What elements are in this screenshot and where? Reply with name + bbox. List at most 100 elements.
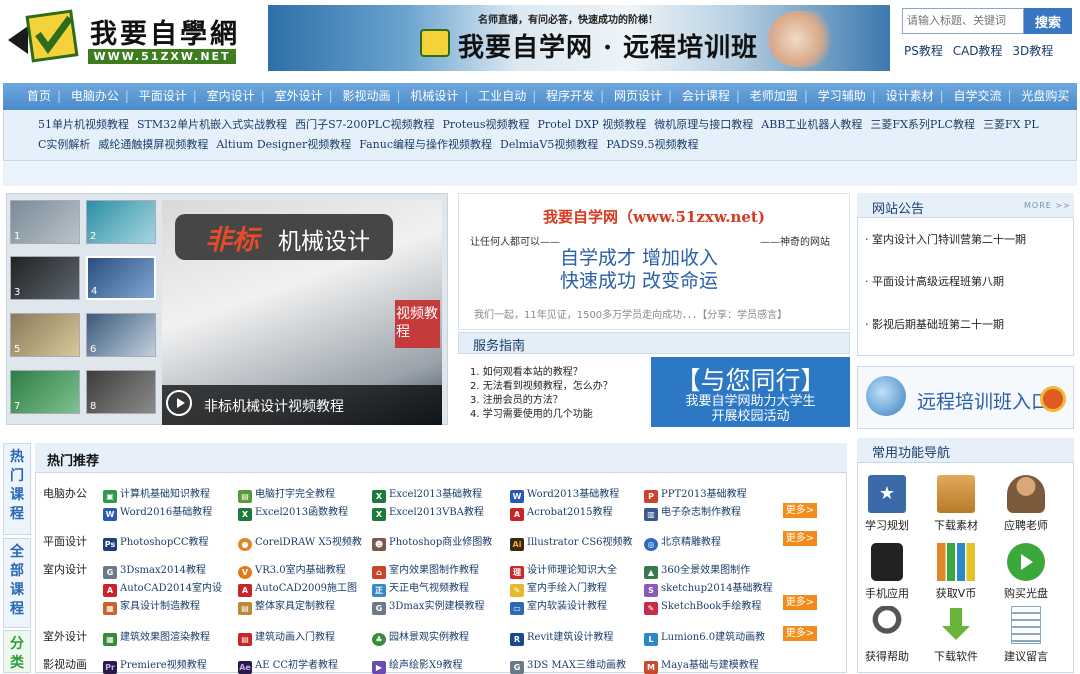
course-link[interactable]: V VR3.0室内基础教程 (238, 561, 346, 579)
course-link[interactable]: ✎ 室内手绘入门教程 (510, 579, 607, 597)
func-item-feedback[interactable]: 建议留言 (991, 606, 1061, 664)
func-item-apply-teacher[interactable]: 应聘老师 (991, 475, 1061, 533)
func-item-mobile-app[interactable]: 手机应用 (852, 543, 922, 601)
nav-item-exterior[interactable]: 室外设计 (270, 83, 328, 110)
nav-item-programming[interactable]: 程序开发 (541, 83, 599, 110)
course-link[interactable]: ▣ 计算机基础知识教程 (103, 485, 210, 503)
side-tab-category[interactable]: 分类 (3, 630, 31, 673)
course-link[interactable]: X Excel2013函数教程 (238, 503, 348, 521)
course-link[interactable]: A Acrobat2015教程 (510, 503, 612, 521)
more-button[interactable]: 更多> (783, 503, 817, 518)
service-item[interactable]: 2. 无法看到视频教程，怎么办？ (470, 380, 613, 394)
search-input[interactable] (902, 8, 1024, 34)
search-button[interactable]: 搜索 (1024, 8, 1072, 34)
course-link[interactable]: ✎ SketchBook手绘教程 (644, 597, 761, 615)
slide-thumb[interactable]: 7 (10, 370, 80, 414)
nav-item-study-aid[interactable]: 学习辅助 (813, 83, 871, 110)
course-link[interactable]: Ssketchup2014基础教程 (644, 579, 772, 597)
sub-nav-item[interactable]: 三菱FX PL (983, 115, 1039, 135)
course-link[interactable]: ▥ 电子杂志制作教程 (644, 503, 741, 521)
logo-url[interactable]: WWW.51ZXW.NET (88, 49, 236, 64)
service-item[interactable]: 1. 如何观看本站的教程？ (470, 366, 613, 380)
nav-item-web[interactable]: 网页设计 (609, 83, 667, 110)
course-link[interactable]: ◎ 北京精雕教程 (644, 533, 721, 551)
slide-thumb[interactable]: 8 (86, 370, 156, 414)
func-item-buy-disc[interactable]: 购买光盘 (991, 543, 1061, 601)
nav-item-buy-disc[interactable]: 光盘购买 (1016, 83, 1074, 110)
quick-link-3d[interactable]: 3D教程 (1012, 44, 1053, 58)
sub-nav-item[interactable]: Fanuc编程与操作视频教程 (359, 135, 492, 155)
course-link[interactable]: A AutoCAD2014室内设 (103, 579, 222, 597)
func-item-get-vcoin[interactable]: 获取V币 (921, 543, 991, 601)
logo-check-icon[interactable] (8, 6, 86, 68)
sub-nav-item[interactable]: 51单片机视频教程 (38, 115, 129, 135)
course-link[interactable]: ▲ 360全景效果图制作 (644, 561, 750, 579)
course-link[interactable]: ♣ 园林景观实例教程 (372, 628, 469, 646)
nav-item-materials[interactable]: 设计素材 (881, 83, 939, 110)
notice-item[interactable]: · 室内设计入门特训营第二十一期 (865, 231, 1026, 247)
slide-thumb[interactable]: 1 (10, 200, 80, 244)
nav-item-film[interactable]: 影视动画 (337, 83, 395, 110)
course-link[interactable]: W Word2013基础教程 (510, 485, 619, 503)
course-link[interactable]: W Word2016基础教程 (103, 503, 212, 521)
notice-more-link[interactable]: MORE >> (1024, 201, 1071, 210)
course-link[interactable]: ▦ 家具设计制造教程 (103, 597, 200, 615)
course-link[interactable]: 正天正电气视频教程 (372, 579, 469, 597)
course-link[interactable]: ▤ 建筑动画入门教程 (238, 628, 335, 646)
course-link[interactable]: Pr Premiere视频教程 (103, 656, 207, 674)
nav-item-mechanical[interactable]: 机械设计 (405, 83, 463, 110)
quick-link-ps[interactable]: PS教程 (904, 44, 943, 58)
course-link[interactable]: ▤ 电脑打字完全教程 (238, 485, 335, 503)
sub-nav-item[interactable]: PADS9.5视频教程 (606, 135, 698, 155)
course-link[interactable]: ▭ 室内软装设计教程 (510, 597, 607, 615)
slide-thumb[interactable]: 2 (86, 200, 156, 244)
slide-thumb-active[interactable]: 4 (86, 256, 156, 300)
more-button[interactable]: 更多> (783, 531, 817, 546)
service-item[interactable]: 3. 注册会员的方法？ (470, 394, 613, 408)
course-link[interactable]: ● CorelDRAW X5视频教 (238, 533, 362, 551)
more-button[interactable]: 更多> (783, 595, 817, 610)
nav-item-accounting[interactable]: 会计课程 (677, 83, 735, 110)
notice-item[interactable]: · 影视后期基础班第二十一期 (865, 316, 1004, 332)
course-link[interactable]: G 3Dsmax2014教程 (103, 561, 206, 579)
course-link[interactable]: X Excel2013VBA教程 (372, 503, 484, 521)
course-link[interactable]: ▤ 整体家具定制教程 (238, 597, 335, 615)
sub-nav-item[interactable]: 三菱FX系列PLC教程 (870, 115, 975, 135)
course-link[interactable]: G 3Dmax实例建模教程 (372, 597, 484, 615)
sub-nav-item[interactable]: 威纶通触摸屏视频教程 (98, 135, 208, 155)
nav-item-graphic[interactable]: 平面设计 (134, 83, 192, 110)
banner[interactable]: 名师直播，有问必答，快速成功的阶梯！ 我要自学网 · 远程培训班 (268, 5, 890, 71)
side-tab-all[interactable]: 全部课程 (3, 538, 31, 628)
sub-nav-item[interactable]: ABB工业机器人教程 (761, 115, 862, 135)
course-link[interactable]: ☻ Photoshop商业修图教 (372, 533, 492, 551)
course-link[interactable]: P PPT2013基础教程 (644, 485, 747, 503)
course-link[interactable]: G 3DS MAX三维动画教 (510, 656, 626, 674)
course-link[interactable]: Ps PhotoshopCC教程 (103, 533, 209, 551)
intro-footer[interactable]: 我们一起，11年见证，1500多万学员走向成功．．．【分享：学员感言】 (474, 306, 787, 321)
sub-nav-item[interactable]: C实例解析 (38, 135, 90, 155)
slide-caption[interactable]: 非标机械设计视频教程 (204, 396, 344, 416)
service-item[interactable]: 4. 学习需要使用的几个功能 (470, 408, 613, 422)
slide-thumb[interactable]: 5 (10, 313, 80, 357)
course-link[interactable]: ▦ 建筑效果图渲染教程 (103, 628, 210, 646)
sub-nav-item[interactable]: Altium Designer视频教程 (216, 135, 351, 155)
slide-thumb[interactable]: 3 (10, 256, 80, 300)
more-button[interactable]: 更多> (783, 626, 817, 641)
notice-item[interactable]: · 平面设计高级远程班第八期 (865, 273, 1004, 289)
sub-nav-item[interactable]: DelmiaV5视频教程 (500, 135, 598, 155)
nav-item-teacher[interactable]: 老师加盟 (745, 83, 803, 110)
remote-training-label[interactable]: 远程培训班入口 (917, 387, 1050, 414)
enter-icon[interactable] (1040, 386, 1066, 412)
course-link[interactable]: 理设计师理论知识大全 (510, 561, 617, 579)
course-link[interactable]: R Revit建筑设计教程 (510, 628, 613, 646)
sub-nav-item[interactable]: 西门子S7-200PLC视频教程 (295, 115, 434, 135)
nav-item-industrial[interactable]: 工业自动 (473, 83, 531, 110)
sub-nav-item[interactable]: 微机原理与接口教程 (654, 115, 753, 135)
func-item-study-plan[interactable]: ★ 学习规划 (852, 475, 922, 533)
nav-item-interior[interactable]: 室内设计 (202, 83, 260, 110)
course-link[interactable]: M Maya基础与建模教程 (644, 656, 759, 674)
sub-nav-item[interactable]: Proteus视频教程 (443, 115, 530, 135)
func-item-get-help[interactable]: 获得帮助 (852, 606, 922, 664)
logo-title[interactable]: 我要自學網 (90, 12, 240, 51)
slide-thumb[interactable]: 6 (86, 313, 156, 357)
